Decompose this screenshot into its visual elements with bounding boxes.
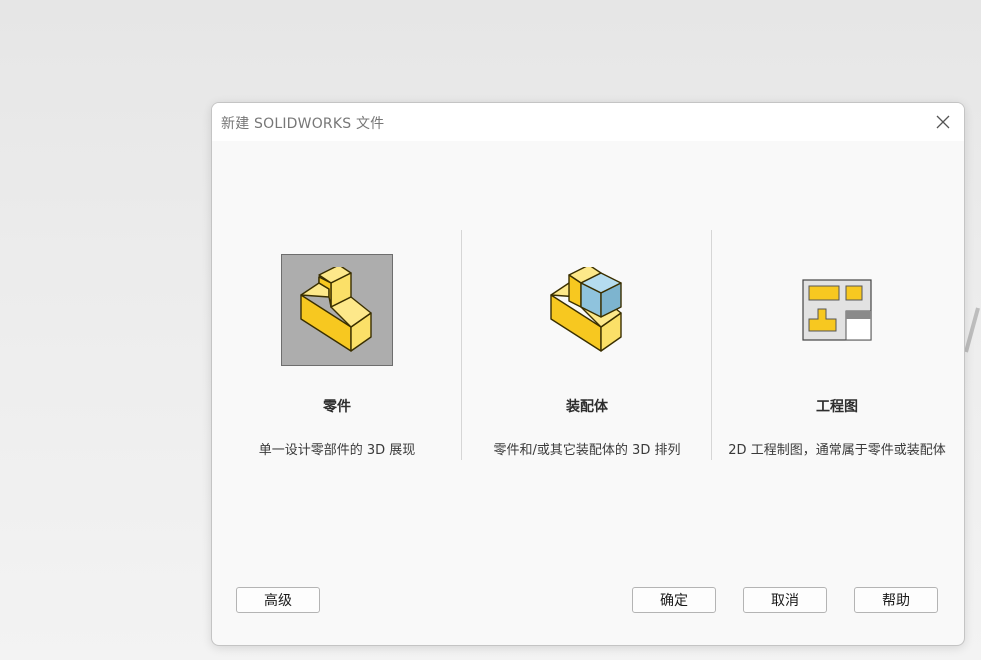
option-assembly-label: 装配体 <box>566 399 608 415</box>
dialog-title: 新建 SOLIDWORKS 文件 <box>221 116 385 132</box>
help-button[interactable]: 帮助 <box>854 587 938 613</box>
part-icon <box>300 267 372 352</box>
option-part-description: 单一设计零部件的 3D 展现 <box>258 443 416 458</box>
part-icon-tile[interactable] <box>281 254 393 366</box>
option-drawing-label: 工程图 <box>816 399 858 415</box>
option-part[interactable]: 零件 单一设计零部件的 3D 展现 <box>212 230 462 460</box>
drawing-icon-tile[interactable] <box>781 254 893 366</box>
ok-button[interactable]: 确定 <box>632 587 716 613</box>
assembly-icon-tile[interactable] <box>531 254 643 366</box>
close-button[interactable] <box>930 109 956 135</box>
option-part-label: 零件 <box>323 399 351 415</box>
drawing-icon <box>802 279 872 341</box>
cancel-button[interactable]: 取消 <box>743 587 827 613</box>
new-solidworks-document-dialog: 新建 SOLIDWORKS 文件 零件 单一设计零部件的 3D 展现 装配体 零… <box>211 102 965 646</box>
assembly-icon <box>550 267 622 352</box>
option-assembly-description: 零件和/或其它装配体的 3D 排列 <box>493 443 681 458</box>
option-drawing[interactable]: 工程图 2D 工程制图，通常属于零件或装配体 <box>712 230 962 460</box>
option-assembly[interactable]: 装配体 零件和/或其它装配体的 3D 排列 <box>462 230 712 460</box>
close-icon <box>936 115 950 129</box>
option-drawing-description: 2D 工程制图，通常属于零件或装配体 <box>728 443 946 458</box>
dialog-titlebar: 新建 SOLIDWORKS 文件 <box>212 103 964 141</box>
advanced-button[interactable]: 高级 <box>236 587 320 613</box>
